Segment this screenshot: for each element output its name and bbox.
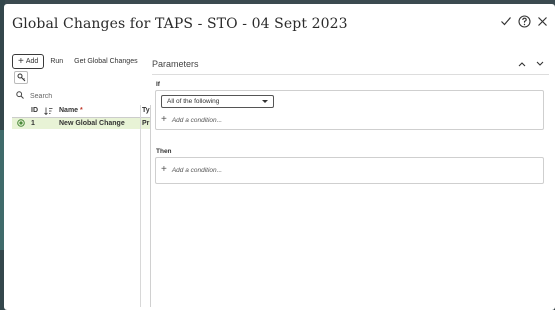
add-button-label: Add	[25, 58, 39, 65]
then-label: Then	[156, 148, 172, 155]
search-bar	[16, 91, 130, 101]
if-match-select[interactable]: All of the following	[161, 95, 274, 108]
sort-icon[interactable]	[44, 107, 53, 117]
column-divider	[140, 105, 141, 307]
chevron-up-icon[interactable]	[517, 59, 527, 69]
if-add-condition-label: Add a condition...	[171, 116, 223, 124]
plus-icon: +	[161, 164, 167, 175]
row-type: Pr	[142, 119, 150, 127]
column-header-id[interactable]: ID	[31, 107, 38, 114]
grid-toolbar: + Add Run Get Global Changes	[12, 54, 143, 69]
run-button-label: Run	[50, 58, 64, 65]
run-button[interactable]: Run	[45, 54, 68, 69]
plus-icon: +	[161, 114, 167, 125]
grid-header: ID Name * Ty	[12, 105, 150, 118]
caret-down-icon	[262, 100, 268, 103]
if-add-condition[interactable]: + Add a condition...	[161, 114, 223, 125]
if-conditions-box: All of the following + Add a condition..…	[155, 90, 544, 130]
column-header-type[interactable]: Ty	[142, 107, 150, 114]
dialog-header-actions	[499, 14, 549, 28]
search-icon	[16, 91, 24, 101]
help-icon[interactable]	[517, 14, 531, 28]
row-id: 1	[31, 119, 35, 127]
status-icon	[17, 119, 25, 129]
dialog-title: Global Changes for TAPS - STO - 04 Sept …	[12, 16, 348, 32]
parameters-controls	[517, 59, 545, 69]
table-row[interactable]: 1 New Global Change Pr	[12, 118, 150, 129]
if-label: If	[156, 81, 160, 88]
parameters-divider	[152, 74, 549, 75]
get-global-changes-label: Get Global Changes	[74, 58, 138, 65]
key-icon[interactable]	[14, 71, 28, 84]
parameters-title: Parameters	[152, 59, 199, 69]
then-actions-box: + Add a condition...	[155, 157, 544, 184]
plus-icon: +	[18, 55, 24, 67]
global-changes-dialog: Global Changes for TAPS - STO - 04 Sept …	[4, 4, 555, 310]
row-name: New Global Change	[59, 119, 125, 127]
required-marker: *	[80, 107, 83, 114]
search-input[interactable]	[30, 92, 130, 100]
then-add-condition-label: Add a condition...	[171, 166, 223, 174]
if-match-select-value: All of the following	[167, 98, 220, 105]
add-button[interactable]: + Add	[12, 54, 45, 69]
column-header-name[interactable]: Name	[59, 107, 78, 114]
chevron-down-icon[interactable]	[535, 59, 545, 69]
close-icon[interactable]	[535, 14, 549, 28]
then-add-condition[interactable]: + Add a condition...	[161, 164, 223, 175]
global-changes-grid: ID Name * Ty 1 New Global Change Pr	[12, 105, 151, 307]
get-global-changes-button[interactable]: Get Global Changes	[69, 54, 142, 69]
check-icon[interactable]	[499, 14, 513, 28]
